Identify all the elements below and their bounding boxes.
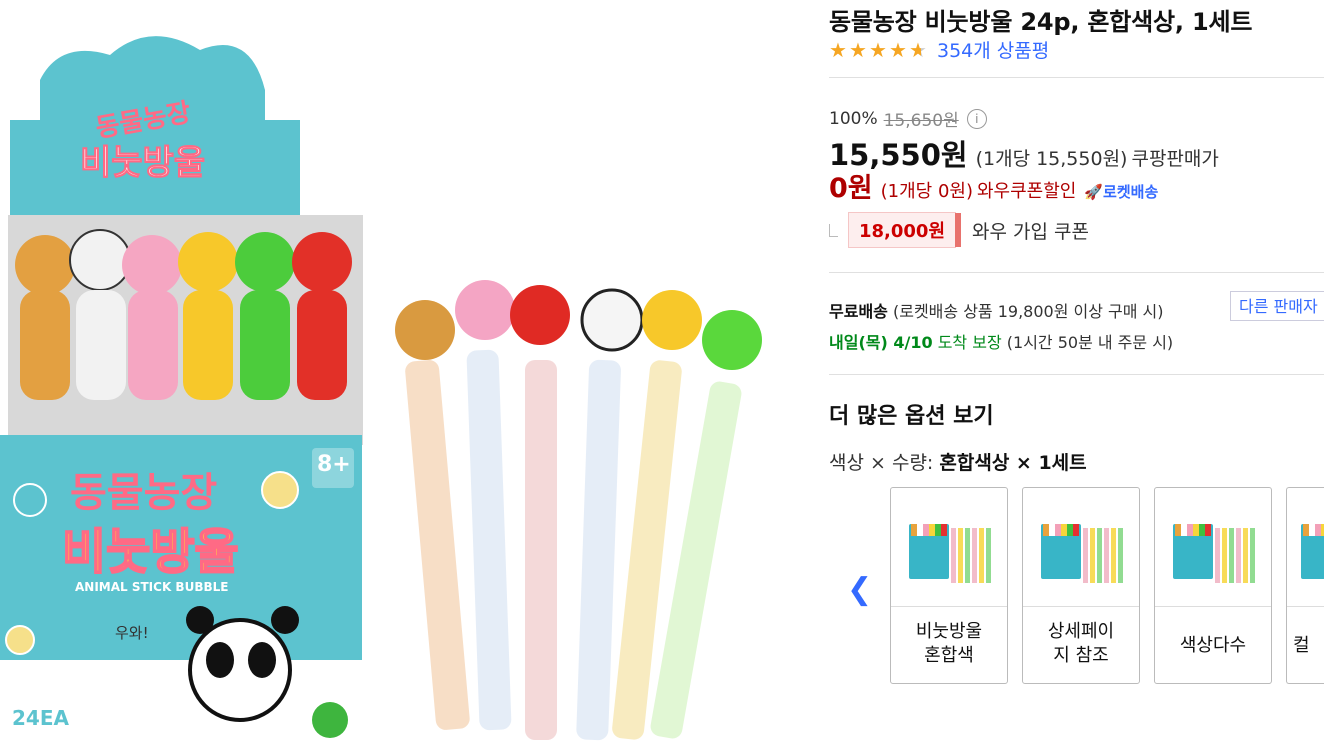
box-front-title-top: 동물농장 [70, 470, 218, 516]
arrival-day: 내일(목) 4/10 [829, 333, 933, 352]
coupon-price-row: 0원 (1개당 0원) 와우쿠폰할인 🚀로켓배송 [829, 166, 1158, 205]
option-card[interactable]: 비눗방울 혼합색 [890, 487, 1008, 684]
coupon-label: 와우쿠폰할인 [977, 181, 1077, 202]
rating-row: ★ ★ ★ ★ ★ 354개 상품평 [829, 36, 1049, 63]
review-count-link[interactable]: 354개 상품평 [937, 36, 1049, 63]
product-main-image[interactable]: 동물농장 비눗방울 동물농장 비눗방울 ANIMAL STICK BUBBLE … [0, 0, 800, 748]
option-label: 상세페이 지 참조 [1047, 621, 1115, 666]
product-info-panel: 동물농장 비눗방울 24p, 혼합색상, 1세트 ★ ★ ★ ★ ★ 354개 … [829, 0, 1324, 748]
option-label: 비눗방울 혼합색 [915, 621, 983, 666]
divider [829, 374, 1324, 375]
speech-text: 우와! [115, 624, 149, 642]
coupon-unit-price: (1개당 0원) [880, 181, 973, 202]
box-count: 24EA [12, 706, 69, 730]
wow-coupon-row: 18,000원 와우 가입 쿠폰 [829, 212, 1089, 248]
star-icon: ★ [889, 37, 907, 62]
option-selector-row: 색상 × 수량: 혼합색상 × 1세트 [829, 448, 1087, 475]
option-selected-value: 혼합색상 × 1세트 [939, 452, 1087, 474]
option-card[interactable]: 상세페이 지 참조 [1022, 487, 1140, 684]
option-selector-prefix: 색상 × 수량: [829, 452, 934, 474]
coupon-price: 0원 [829, 173, 873, 204]
box-front-title-bottom: 비눗방울 [61, 523, 240, 581]
option-label: 색상다수 [1179, 635, 1247, 656]
shipping-row: 무료배송 (로켓배송 상품 19,800원 이상 구매 시) [829, 298, 1164, 322]
product-title: 동물농장 비눗방울 24p, 혼합색상, 1세트 [829, 8, 1253, 36]
arrival-detail: (1시간 50분 내 주문 시) [1006, 333, 1174, 352]
arrival-row: 내일(목) 4/10 도착 보장 (1시간 50분 내 주문 시) [829, 329, 1173, 353]
original-price: 15,650원 [883, 111, 959, 131]
age-badge: 8+ [317, 452, 351, 477]
rocket-delivery-badge: 🚀로켓배송 [1084, 181, 1158, 202]
box-sticks [15, 229, 352, 400]
option-thumbnail [1155, 488, 1271, 607]
divider [829, 77, 1324, 78]
free-shipping-detail: (로켓배송 상품 19,800원 이상 구매 시) [892, 302, 1164, 321]
wow-coupon-badge[interactable]: 18,000원 [848, 212, 962, 248]
option-thumbnail [891, 488, 1007, 607]
wow-coupon-label: 와우 가입 쿠폰 [972, 220, 1089, 243]
option-card[interactable]: 컬 [1286, 487, 1324, 684]
box-title-bottom: 비눗방울 [79, 143, 206, 184]
discount-row: 100% 15,650원 i [829, 106, 987, 131]
option-thumbnail [1287, 488, 1324, 607]
rocket-label: 로켓배송 [1103, 183, 1159, 201]
option-thumbnail [1023, 488, 1139, 607]
info-icon[interactable]: i [966, 108, 987, 129]
arrival-text: 도착 보장 [937, 333, 1002, 352]
other-seller-button[interactable]: 다른 판매자 [1230, 291, 1324, 321]
loose-sticks [395, 280, 762, 741]
box-front-bottom [0, 660, 362, 748]
corner-icon [829, 223, 838, 237]
star-icon: ★ [829, 37, 847, 62]
star-half-icon: ★ [909, 40, 929, 60]
star-icon: ★ [849, 37, 867, 62]
discount-rate: 100% [829, 108, 878, 129]
star-icon: ★ [869, 37, 887, 62]
divider [829, 272, 1324, 273]
box-subtitle: ANIMAL STICK BUBBLE [75, 580, 229, 594]
rating-stars[interactable]: ★ ★ ★ ★ ★ [829, 40, 929, 60]
rocket-icon: 🚀 [1084, 183, 1104, 201]
free-shipping-label: 무료배송 [829, 302, 888, 321]
option-card[interactable]: 색상다수 [1154, 487, 1272, 684]
option-label: 컬 [1293, 635, 1310, 656]
chevron-left-icon[interactable]: ❮ [847, 572, 872, 607]
more-options-heading: 더 많은 옵션 보기 [829, 404, 994, 429]
